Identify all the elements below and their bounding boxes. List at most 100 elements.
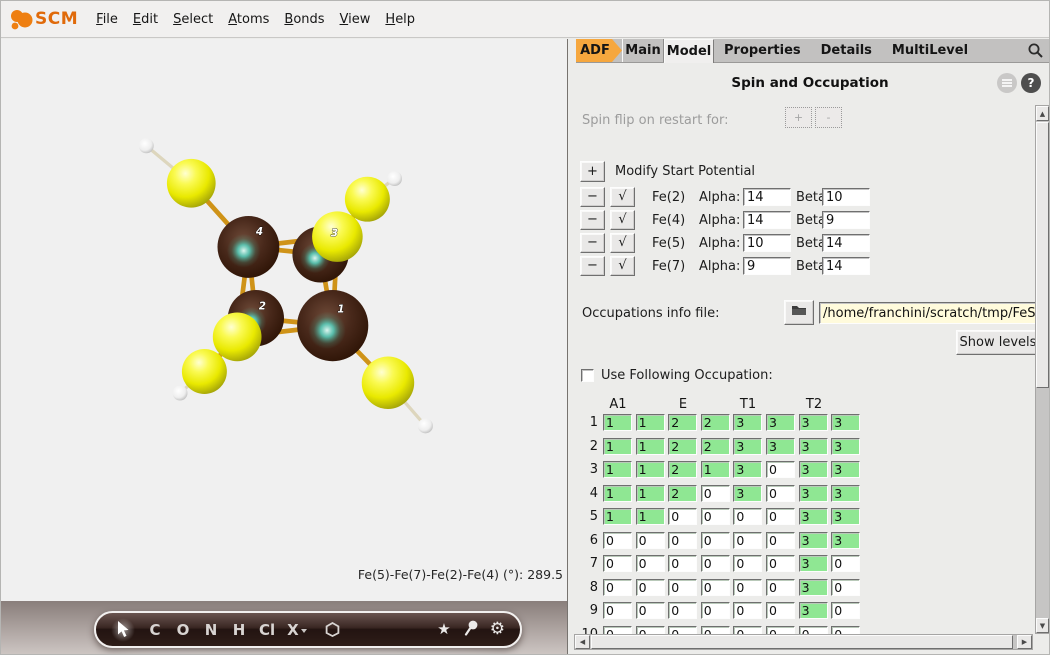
occupations-path-input[interactable] <box>819 302 1049 324</box>
occupation-cell[interactable] <box>603 414 632 431</box>
scroll-down-button[interactable]: ▼ <box>1036 618 1049 633</box>
occupation-cell[interactable] <box>831 461 860 478</box>
occupation-cell[interactable] <box>603 485 632 502</box>
occupation-cell[interactable] <box>668 555 697 572</box>
show-levels-button[interactable]: Show levels <box>956 330 1040 355</box>
occupation-cell[interactable] <box>766 461 795 478</box>
occupation-cell[interactable] <box>733 461 762 478</box>
occupation-cell[interactable] <box>603 438 632 455</box>
occupation-cell[interactable] <box>701 485 730 502</box>
menu-bonds[interactable]: Bonds <box>284 12 324 27</box>
occupation-cell[interactable] <box>668 461 697 478</box>
remove-row-button[interactable]: − <box>580 187 605 207</box>
horizontal-scroll-thumb[interactable] <box>591 635 1013 649</box>
occupation-cell[interactable] <box>733 602 762 619</box>
vertical-scroll-thumb[interactable] <box>1036 122 1049 388</box>
occupation-cell[interactable] <box>701 508 730 525</box>
occupation-cell[interactable] <box>636 485 665 502</box>
occupation-cell[interactable] <box>799 461 828 478</box>
tab-properties[interactable]: Properties <box>714 39 811 62</box>
beta-input[interactable] <box>822 188 870 206</box>
occupation-cell[interactable] <box>733 485 762 502</box>
occupation-cell[interactable] <box>766 602 795 619</box>
occupation-cell[interactable] <box>831 414 860 431</box>
add-potential-button[interactable]: + <box>580 161 605 182</box>
star-tool-button[interactable]: ★ <box>437 622 450 637</box>
occupation-cell[interactable] <box>701 438 730 455</box>
occupation-cell[interactable] <box>668 414 697 431</box>
menu-edit[interactable]: Edit <box>133 12 158 27</box>
occupation-cell[interactable] <box>733 532 762 549</box>
remove-row-button[interactable]: − <box>580 256 605 276</box>
occupation-cell[interactable] <box>701 461 730 478</box>
occupation-cell[interactable] <box>799 602 828 619</box>
occupation-cell[interactable] <box>668 438 697 455</box>
occupation-cell[interactable] <box>603 532 632 549</box>
occupation-cell[interactable] <box>766 555 795 572</box>
occupation-cell[interactable] <box>603 555 632 572</box>
occupation-cell[interactable] <box>831 508 860 525</box>
apply-row-button[interactable]: √ <box>610 210 635 230</box>
occupation-cell[interactable] <box>636 438 665 455</box>
search-button[interactable] <box>1027 39 1044 62</box>
atoms[interactable] <box>139 138 433 433</box>
occupation-cell[interactable] <box>799 414 828 431</box>
occupation-cell[interactable] <box>668 579 697 596</box>
remove-row-button[interactable]: − <box>580 210 605 230</box>
element-c-button[interactable]: C <box>147 621 163 639</box>
occupation-cell[interactable] <box>831 485 860 502</box>
alpha-input[interactable] <box>743 188 791 206</box>
occupation-cell[interactable] <box>668 508 697 525</box>
tab-adf[interactable]: ADF <box>576 39 622 62</box>
element-cl-button[interactable]: Cl <box>259 621 275 639</box>
alpha-input[interactable] <box>743 211 791 229</box>
spin-flip-remove-button[interactable]: - <box>815 107 842 128</box>
occupation-cell[interactable] <box>636 555 665 572</box>
occupation-cell[interactable] <box>733 555 762 572</box>
occupation-cell[interactable] <box>636 461 665 478</box>
apply-row-button[interactable]: √ <box>610 256 635 276</box>
occupation-cell[interactable] <box>766 485 795 502</box>
scm-logo[interactable]: SCM <box>7 6 78 33</box>
occupation-cell[interactable] <box>733 438 762 455</box>
scroll-left-button[interactable]: ◀ <box>575 635 590 649</box>
occupation-cell[interactable] <box>766 579 795 596</box>
occupation-cell[interactable] <box>636 602 665 619</box>
occupation-cell[interactable] <box>636 532 665 549</box>
ring-tool-button[interactable] <box>325 622 340 637</box>
browse-file-button[interactable] <box>784 300 814 325</box>
occupation-cell[interactable] <box>668 485 697 502</box>
apply-row-button[interactable]: √ <box>610 187 635 207</box>
element-h-button[interactable]: H <box>231 621 247 639</box>
occupation-cell[interactable] <box>799 579 828 596</box>
beta-input[interactable] <box>822 211 870 229</box>
occupation-cell[interactable] <box>766 508 795 525</box>
occupation-cell[interactable] <box>636 508 665 525</box>
occupation-cell[interactable] <box>603 579 632 596</box>
occupation-cell[interactable] <box>668 532 697 549</box>
tab-details[interactable]: Details <box>811 39 882 62</box>
occupation-cell[interactable] <box>831 438 860 455</box>
occupation-cell[interactable] <box>766 532 795 549</box>
occupation-cell[interactable] <box>701 555 730 572</box>
occupation-cell[interactable] <box>701 414 730 431</box>
apply-row-button[interactable]: √ <box>610 233 635 253</box>
occupation-cell[interactable] <box>799 438 828 455</box>
occupation-cell[interactable] <box>831 555 860 572</box>
occupation-cell[interactable] <box>701 602 730 619</box>
occupation-cell[interactable] <box>766 414 795 431</box>
menu-view[interactable]: View <box>340 12 371 27</box>
occupation-cell[interactable] <box>766 438 795 455</box>
molecule-canvas[interactable]: 4 3 2 1 <box>1 39 567 601</box>
vertical-scrollbar[interactable]: ▲ ▼ <box>1035 105 1050 634</box>
gear-icon[interactable]: ⚙ <box>490 621 505 638</box>
occupation-cell[interactable] <box>831 532 860 549</box>
occupation-cell[interactable] <box>701 532 730 549</box>
element-n-button[interactable]: N <box>203 621 219 639</box>
help-button[interactable]: ? <box>1021 73 1041 93</box>
occupation-cell[interactable] <box>831 602 860 619</box>
tab-multilevel[interactable]: MultiLevel <box>882 39 978 62</box>
tab-model[interactable]: Model <box>664 39 714 63</box>
occupation-cell[interactable] <box>603 461 632 478</box>
tab-main[interactable]: Main <box>622 39 664 62</box>
